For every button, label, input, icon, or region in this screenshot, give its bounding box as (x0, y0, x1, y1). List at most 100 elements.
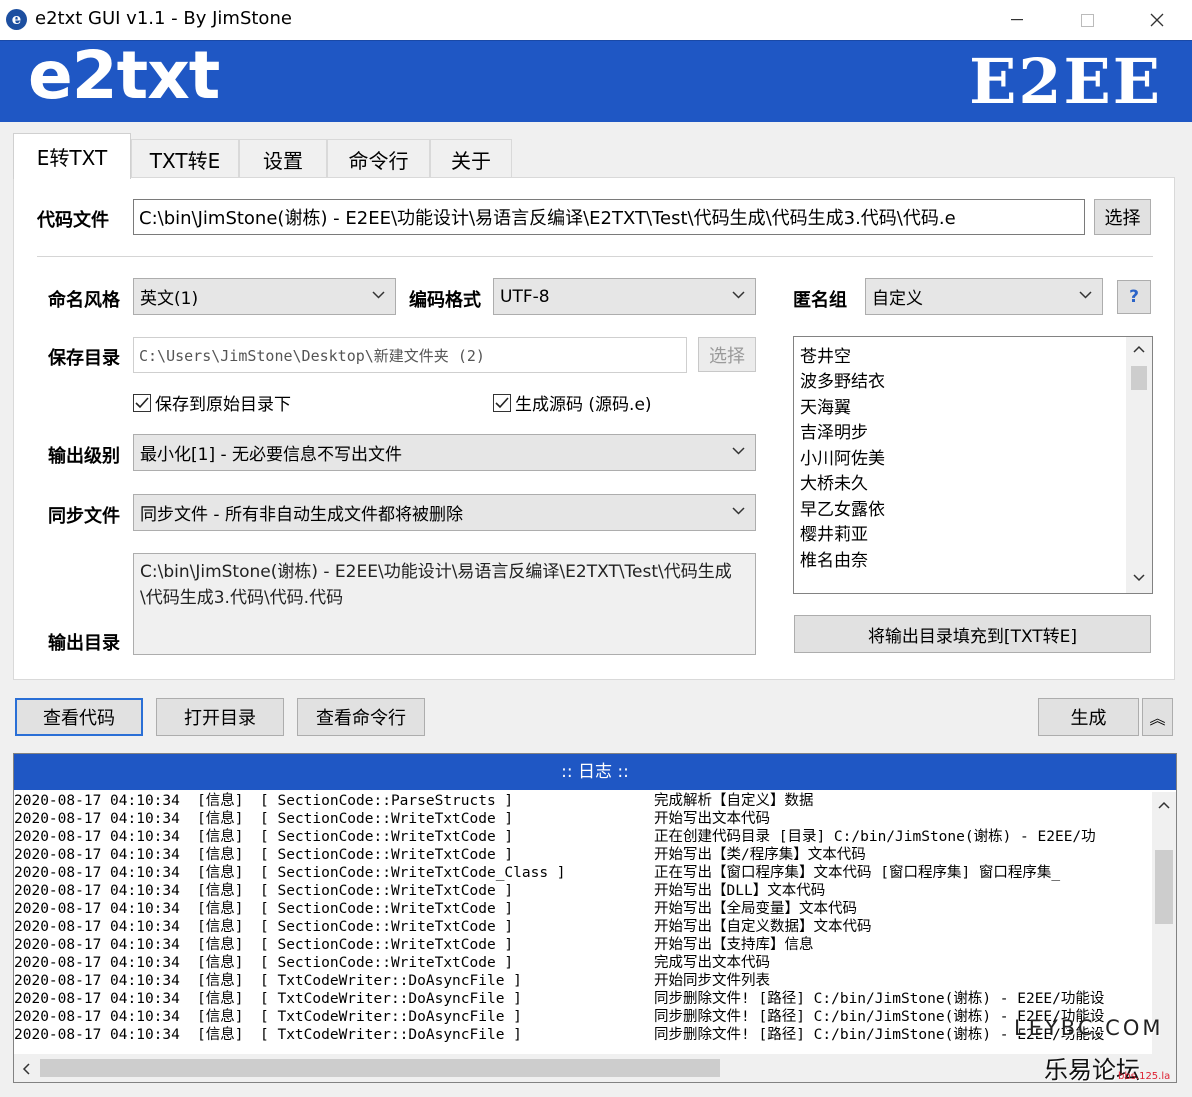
save-dir-input[interactable]: C:\Users\JimStone\Desktop\新建文件夹 (2) (133, 337, 687, 373)
chevron-down-icon (1079, 291, 1092, 299)
log-message: 正在创建代码目录 [目录] C:/bin/JimStone(谢栋) - E2EE… (654, 829, 1096, 845)
log-source: [ SectionCode::WriteTxtCode ] (260, 901, 514, 917)
log-line: 2020-08-17 04:10:34 [信息] [ SectionCode::Pa… (14, 792, 1150, 810)
log-line: 2020-08-17 04:10:34 [信息] [ SectionCode::Wr… (14, 846, 1150, 864)
scroll-thumb[interactable] (1131, 366, 1147, 390)
collapse-log-button[interactable]: ︽ (1142, 698, 1173, 736)
log-time: 2020-08-17 04:10:34 (14, 991, 180, 1007)
log-level: [信息] (197, 973, 244, 989)
log-line: 2020-08-17 04:10:34 [信息] [ SectionCode::Wr… (14, 936, 1150, 954)
encoding-label: 编码格式 (409, 290, 481, 311)
tab-e-to-txt[interactable]: E转TXT (13, 133, 131, 179)
list-item[interactable]: 吉泽明步 (800, 418, 868, 443)
minimize-button[interactable] (982, 0, 1052, 40)
banner-logo-e2txt: e2txt (28, 37, 220, 114)
log-panel: :: 日志 :: 2020-08-17 04:10:34 [信息][ Sectio… (13, 753, 1177, 1083)
log-header: :: 日志 :: (14, 754, 1176, 790)
log-source: [ TxtCodeWriter::DoAsyncFile ] (260, 1027, 522, 1043)
log-level: [信息] (197, 793, 244, 809)
code-file-input[interactable]: C:\bin\JimStone(谢栋) - E2EE\功能设计\易语言反编译\E… (133, 199, 1085, 235)
list-item[interactable]: 天海翼 (800, 393, 851, 418)
list-item[interactable]: 椎名由奈 (800, 546, 868, 571)
output-dir-label: 输出目录 (48, 633, 120, 654)
maximize-button[interactable] (1052, 0, 1122, 40)
window-title: e2txt GUI v1.1 - By JimStone (35, 8, 292, 29)
tab-settings[interactable]: 设置 (239, 139, 327, 178)
list-scrollbar[interactable] (1126, 337, 1152, 593)
log-level: [信息] (197, 937, 244, 953)
log-line: 2020-08-17 04:10:34 [信息] [ TxtCodeWriter::… (14, 1008, 1150, 1026)
check-icon (135, 396, 149, 408)
save-dir-select-button[interactable]: 选择 (698, 337, 756, 372)
chevron-down-icon (1133, 574, 1145, 582)
sync-file-label: 同步文件 (48, 506, 120, 527)
log-message: 同步删除文件! [路径] C:/bin/JimStone(谢栋) - E2EE/… (654, 991, 1105, 1007)
naming-style-label: 命名风格 (48, 290, 120, 311)
fill-to-txt2e-button[interactable]: 将输出目录填充到[TXT转E] (794, 615, 1151, 653)
scroll-thumb[interactable] (1155, 850, 1173, 924)
tab-command-line[interactable]: 命令行 (327, 139, 430, 178)
log-vertical-scrollbar[interactable] (1152, 792, 1176, 1054)
tab-about[interactable]: 关于 (430, 139, 512, 178)
open-dir-button[interactable]: 打开目录 (156, 698, 284, 736)
naming-style-select[interactable]: 英文(1) (133, 278, 396, 315)
list-item[interactable]: 苍井空 (800, 342, 851, 367)
log-source: [ SectionCode::WriteTxtCode ] (260, 937, 514, 953)
log-time: 2020-08-17 04:10:34 (14, 1009, 180, 1025)
list-item[interactable]: 早乙女露依 (800, 495, 885, 520)
encoding-select[interactable]: UTF-8 (493, 278, 756, 315)
view-code-button[interactable]: 查看代码 (15, 698, 143, 736)
list-item[interactable]: 波多野结衣 (800, 367, 885, 392)
scroll-thumb[interactable] (40, 1059, 720, 1077)
sync-file-value: 同步文件 - 所有非自动生成文件都将被删除 (140, 505, 463, 525)
anon-group-select[interactable]: 自定义 (865, 278, 1103, 315)
log-horizontal-scrollbar[interactable] (14, 1054, 1176, 1082)
log-level: [信息] (197, 1027, 244, 1043)
anon-group-help-button[interactable]: ? (1117, 280, 1151, 314)
save-to-original-checkbox[interactable]: 保存到原始目录下 (133, 390, 291, 415)
anon-group-value: 自定义 (872, 289, 923, 309)
chevron-down-icon (732, 447, 745, 455)
log-time: 2020-08-17 04:10:34 (14, 973, 180, 989)
naming-style-value: 英文(1) (140, 289, 199, 309)
log-source: [ SectionCode::WriteTxtCode ] (260, 829, 514, 845)
list-item[interactable]: 大桥未久 (800, 469, 868, 494)
log-lines[interactable]: 2020-08-17 04:10:34 [信息][ SectionCode::Pa… (14, 792, 1150, 1050)
output-level-label: 输出级别 (48, 446, 120, 467)
generate-source-checkbox[interactable]: 生成源码 (源码.e) (493, 390, 652, 415)
list-item[interactable]: 樱井莉亚 (800, 520, 868, 545)
anon-name-list[interactable]: 苍井空 波多野结衣 天海翼 吉泽明步 小川阿佐美 大桥未久 早乙女露依 樱井莉亚… (793, 336, 1153, 594)
generate-source-label: 生成源码 (源码.e) (515, 395, 652, 415)
output-level-value: 最小化[1] - 无必要信息不写出文件 (140, 445, 403, 465)
code-file-label: 代码文件 (37, 210, 109, 231)
log-time: 2020-08-17 04:10:34 (14, 847, 180, 863)
log-level: [信息] (197, 865, 244, 881)
list-item[interactable]: 小川阿佐美 (800, 444, 885, 469)
log-time: 2020-08-17 04:10:34 (14, 883, 180, 899)
app-icon: e (6, 9, 27, 30)
log-line: 2020-08-17 04:10:34 [信息] [ SectionCode::Wr… (14, 882, 1150, 900)
code-file-select-button[interactable]: 选择 (1094, 199, 1151, 235)
chevron-down-icon (372, 291, 385, 299)
maximize-icon (1080, 13, 1094, 27)
anon-group-label: 匿名组 (793, 290, 847, 311)
log-source: [ SectionCode::ParseStructs ] (260, 793, 514, 809)
log-level: [信息] (197, 955, 244, 971)
view-cmd-button[interactable]: 查看命令行 (297, 698, 425, 736)
log-source: [ SectionCode::WriteTxtCode ] (260, 955, 514, 971)
banner: e2txt E2EE (0, 37, 1192, 122)
log-line: 2020-08-17 04:10:34 [信息] [ TxtCodeWriter::… (14, 1026, 1150, 1044)
log-time: 2020-08-17 04:10:34 (14, 829, 180, 845)
generate-button[interactable]: 生成 (1038, 698, 1139, 736)
output-level-select[interactable]: 最小化[1] - 无必要信息不写出文件 (133, 434, 756, 471)
chevron-left-icon (22, 1063, 30, 1075)
log-line: 2020-08-17 04:10:34 [信息] [ TxtCodeWriter::… (14, 990, 1150, 1008)
sync-file-select[interactable]: 同步文件 - 所有非自动生成文件都将被删除 (133, 494, 756, 531)
output-dir-textarea[interactable]: C:\bin\JimStone(谢栋) - E2EE\功能设计\易语言反编译\E… (133, 553, 756, 655)
log-time: 2020-08-17 04:10:34 (14, 955, 180, 971)
save-to-original-label: 保存到原始目录下 (155, 395, 291, 415)
tab-txt-to-e[interactable]: TXT转E (131, 139, 239, 178)
log-message: 开始写出【自定义数据】文本代码 (654, 919, 872, 935)
log-message: 开始写出【类/程序集】文本代码 (654, 847, 866, 863)
close-button[interactable] (1122, 0, 1192, 40)
